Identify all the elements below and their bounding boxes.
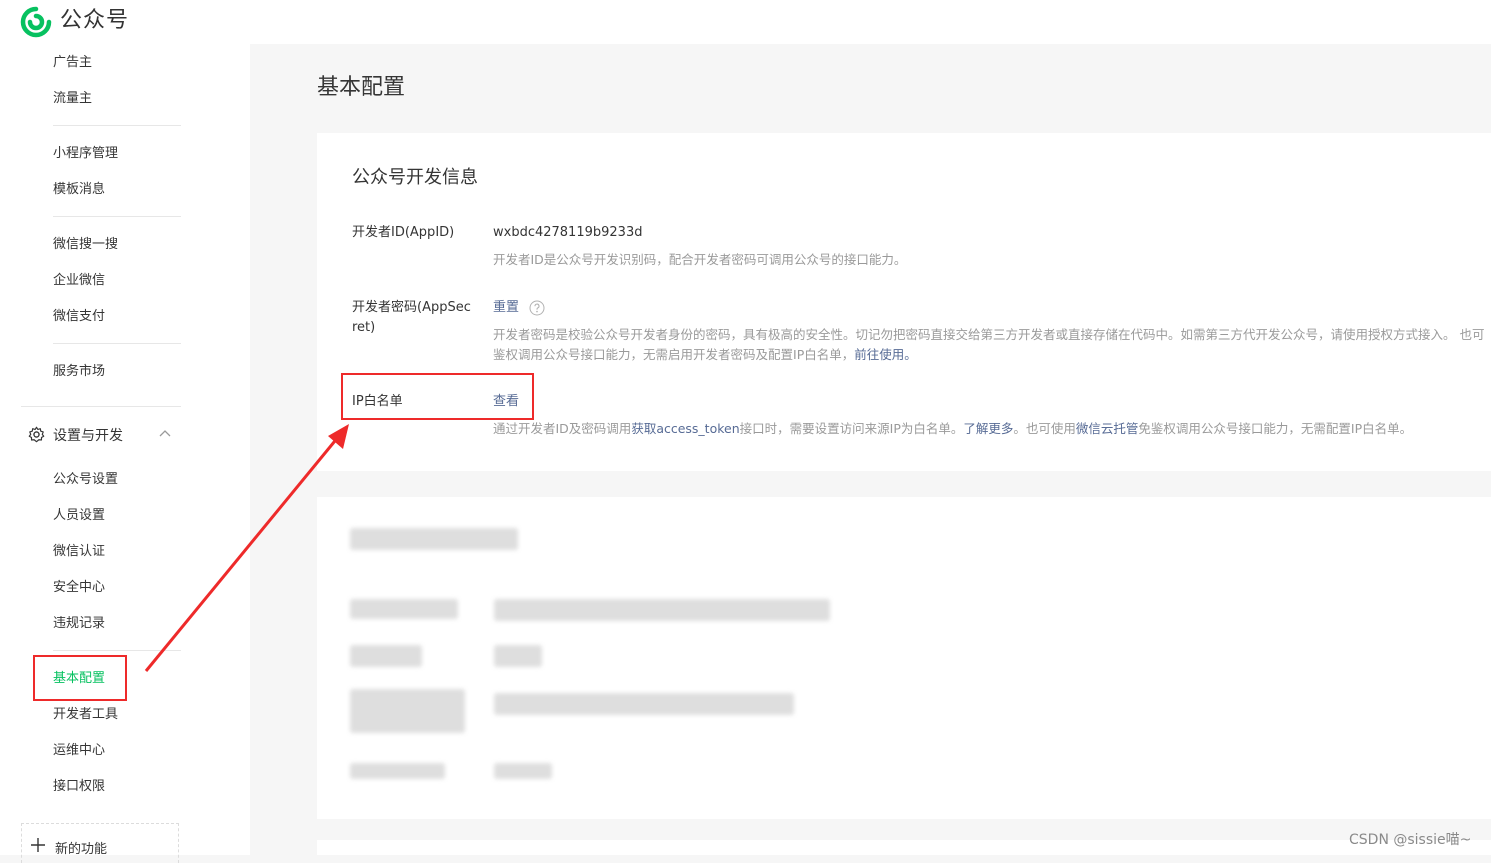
- watermark: CSDN @sissie喵~: [1349, 832, 1472, 848]
- annotation-arrow-icon: [144, 424, 349, 672]
